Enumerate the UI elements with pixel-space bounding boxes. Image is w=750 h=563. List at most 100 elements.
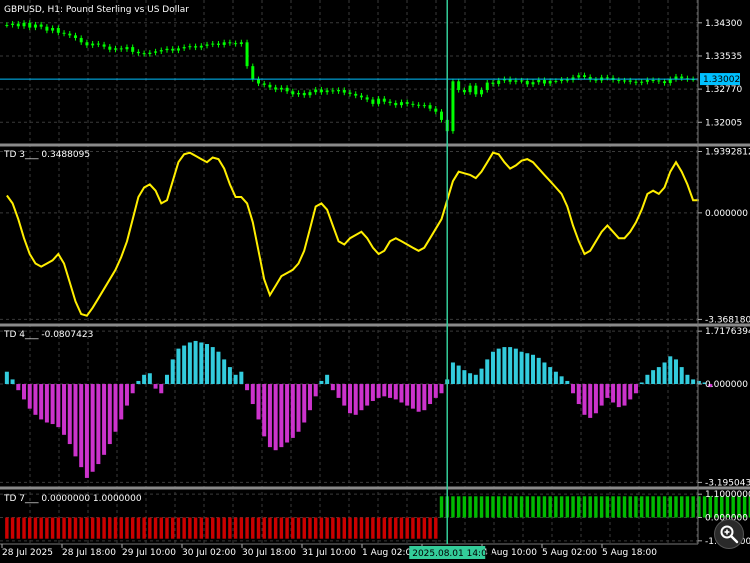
td7-bar xyxy=(268,517,272,539)
x-tick-label: 29 Jul 10:00 xyxy=(122,548,176,558)
y-tick-label: 1.1000000 xyxy=(705,490,750,500)
td7-bar xyxy=(148,517,152,539)
price-candle xyxy=(680,76,684,79)
price-candle xyxy=(159,50,163,52)
td7-bar xyxy=(685,496,690,518)
td4-bar xyxy=(490,351,495,385)
td7-bar xyxy=(336,517,341,539)
price-candle xyxy=(308,92,312,96)
td7-bar xyxy=(537,496,541,518)
td7-bar xyxy=(394,517,398,539)
td7-bar xyxy=(39,517,43,539)
td7-bar xyxy=(5,517,9,539)
td4-bar xyxy=(622,384,627,406)
price-candle xyxy=(28,22,32,28)
td4-bar xyxy=(216,351,221,385)
td4-bar xyxy=(542,362,547,385)
td4-bar xyxy=(376,384,381,398)
td7-bar xyxy=(662,496,667,518)
price-candle xyxy=(142,53,146,55)
zoom-button[interactable] xyxy=(714,519,744,549)
td4-bar xyxy=(347,384,353,414)
td7-bar xyxy=(588,496,592,518)
td4-bar xyxy=(502,347,507,385)
x-tick-label: 5 Aug 02:00 xyxy=(542,548,597,558)
price-candle xyxy=(468,85,472,93)
price-candle xyxy=(354,93,358,96)
td7-bar xyxy=(319,517,324,539)
td4-bar xyxy=(416,384,421,412)
pane-separator[interactable] xyxy=(0,323,750,327)
td7-bar xyxy=(599,496,604,518)
price-candle xyxy=(365,97,369,100)
td4-bar xyxy=(422,384,427,411)
td7-bar xyxy=(674,496,678,518)
td4-bar xyxy=(44,384,49,423)
td4-bar xyxy=(153,384,158,389)
td4-bar xyxy=(410,384,415,409)
price-candle xyxy=(319,89,323,93)
price-candle xyxy=(125,47,129,50)
td4-bar xyxy=(565,380,570,385)
td4-bar xyxy=(164,374,169,385)
td7-bar xyxy=(331,517,335,539)
td7-bar xyxy=(136,517,141,539)
price-candle xyxy=(405,102,409,104)
td7-bar xyxy=(571,496,575,518)
price-candle xyxy=(176,48,180,51)
td7-bar xyxy=(399,517,404,539)
td4-bar xyxy=(405,384,410,406)
price-candle xyxy=(228,42,232,44)
price-candle xyxy=(594,79,598,81)
pane-separator[interactable] xyxy=(0,486,750,490)
price-candle xyxy=(199,45,203,48)
price-candle xyxy=(554,80,558,82)
pane-separator[interactable] xyxy=(0,143,750,147)
td4-bar xyxy=(113,384,118,432)
td4-pane[interactable] xyxy=(4,340,713,478)
td4-bar xyxy=(27,384,32,409)
td7-bar xyxy=(50,517,55,539)
pane-separators[interactable] xyxy=(0,0,750,545)
td7-bar xyxy=(496,496,501,518)
td4-bar xyxy=(79,384,84,468)
td7-bar xyxy=(10,517,15,539)
price-candle xyxy=(457,81,461,90)
chart-canvas[interactable]: 1.34300 1.33535 1.32770 1.32005 1.9392812 0.0… xyxy=(0,0,750,563)
price-candle xyxy=(628,80,632,82)
td7-bar xyxy=(228,517,232,539)
price-candle xyxy=(651,80,655,82)
price-candle xyxy=(22,22,26,27)
td4-bar xyxy=(342,384,347,406)
td4-bar xyxy=(199,342,204,385)
td7-bar xyxy=(205,517,209,539)
price-candle xyxy=(16,23,20,27)
td7-bar xyxy=(342,517,346,539)
price-candle xyxy=(440,111,444,120)
td7-bar xyxy=(508,496,512,518)
td4-bar xyxy=(4,371,9,385)
td4-bar xyxy=(599,384,604,406)
price-candle xyxy=(474,85,478,95)
td4-bar xyxy=(176,348,181,385)
td7-bar xyxy=(176,517,181,539)
price-candle xyxy=(417,104,421,106)
td7-bar xyxy=(628,496,632,518)
price-candle xyxy=(314,89,318,93)
td4-bar xyxy=(233,374,238,385)
td7-bar xyxy=(199,517,204,539)
td7-bar xyxy=(548,496,552,518)
td3-pane[interactable] xyxy=(6,151,699,317)
td4-pane-label: TD 4___ -0.0807423 xyxy=(3,330,93,340)
price-candle xyxy=(262,83,266,85)
x-tick-label: 28 Jul 2025 xyxy=(2,548,53,558)
price-candle xyxy=(5,24,9,26)
price-candle xyxy=(497,80,501,84)
td7-bar xyxy=(45,517,49,539)
td7-bar xyxy=(262,517,266,539)
td4-bar xyxy=(170,359,175,385)
td7-bar xyxy=(108,517,112,539)
td4-bar xyxy=(262,384,267,437)
current-price-label: 1.33002 xyxy=(703,75,740,85)
td7-bar xyxy=(422,517,427,539)
